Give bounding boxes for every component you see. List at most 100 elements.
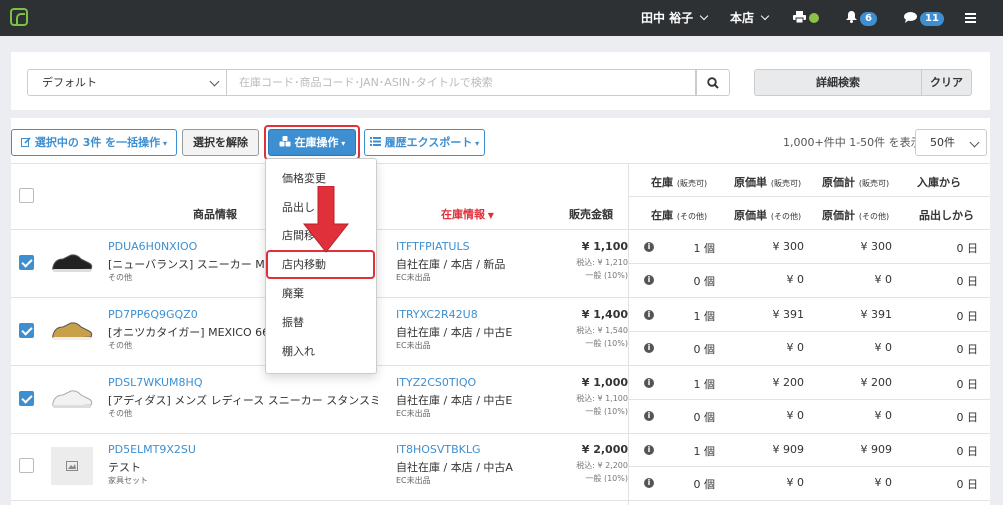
search-icon [707, 77, 719, 89]
product-category: 家具セット [108, 476, 148, 485]
header-total-cost-other: 原価計 (その他) [822, 207, 889, 223]
header-unit-cost-other: 原価単 (その他) [734, 207, 801, 223]
row-checkbox[interactable] [19, 458, 34, 473]
header-days-since-listed: 品出しから [919, 209, 974, 222]
tax-category: 一般 (10%) [585, 407, 628, 416]
notifications-button[interactable]: 6 [846, 0, 877, 36]
message-count-badge: 11 [920, 12, 944, 26]
row-checkbox[interactable] [19, 255, 34, 270]
advanced-search-button[interactable]: 詳細検索 [754, 69, 922, 96]
header-note: (販売可) [676, 179, 708, 188]
clear-button[interactable]: クリア [921, 69, 972, 96]
filter-preset-select[interactable]: デフォルト [27, 69, 227, 96]
header-stock-other: 在庫 (その他) [651, 207, 707, 223]
total-cost-other: ¥ 0 [874, 476, 893, 489]
unit-cost-sellable: ¥ 391 [772, 308, 805, 321]
header-product-info: 商品情報 [193, 208, 237, 221]
stock-operations-highlight [264, 125, 360, 160]
chevron-down-icon [969, 137, 980, 148]
bell-icon [846, 11, 857, 23]
row-split-line [628, 263, 990, 264]
header-stock-sellable: 在庫 (販売可) [651, 174, 707, 190]
main-menu-button[interactable] [965, 0, 976, 36]
days-since-received: 0 日 [956, 445, 979, 458]
product-code-link[interactable]: PD7PP6Q9GQZ0 [108, 308, 258, 321]
header-stock-info-sort[interactable]: 在庫情報 ▼ [441, 206, 494, 222]
bulk-action-button[interactable]: 選択中の 3件 を一括操作 ▾ [11, 129, 177, 156]
menu-item-price-change[interactable]: 価格変更 [282, 170, 326, 186]
unit-cost-other: ¥ 0 [786, 409, 805, 422]
days-since-listed: 0 日 [956, 275, 979, 288]
select-all-checkbox[interactable] [19, 188, 34, 203]
total-cost-other: ¥ 0 [874, 273, 893, 286]
product-code-link[interactable]: PD5ELMT9X2SU [108, 443, 258, 456]
row-checkbox[interactable] [19, 391, 34, 406]
search-input[interactable]: 在庫コード･商品コード･JAN･ASIN･タイトルで検索 [226, 69, 696, 96]
export-history-button[interactable]: 履歴エクスポート ▾ [364, 129, 485, 156]
user-menu[interactable]: 田中 裕子 [641, 0, 709, 36]
chat-icon [904, 12, 917, 23]
store-menu[interactable]: 本店 [730, 0, 770, 36]
list-icon [369, 137, 381, 146]
qty-sellable: 1 個 [693, 378, 716, 391]
qty-other: 0 個 [693, 478, 716, 491]
header-unit-cost-sellable: 原価単 (販売可) [734, 174, 801, 190]
stock-code-link[interactable]: IT8HOSVTBKLG [396, 443, 546, 456]
stock-code-link[interactable]: ITFTFPIATULS [396, 240, 546, 253]
search-button[interactable] [696, 69, 730, 96]
printer-status[interactable] [793, 0, 819, 36]
product-thumbnail [51, 380, 93, 418]
info-icon[interactable]: i [644, 445, 654, 455]
row-separator [11, 433, 990, 434]
row-separator [11, 365, 990, 366]
product-code-link[interactable]: PDUA6H0NXIOO [108, 240, 258, 253]
header-stock-info-label: 在庫情報 [441, 208, 485, 221]
deselect-button[interactable]: 選択を解除 [182, 129, 259, 156]
info-icon[interactable]: i [644, 242, 654, 252]
days-since-listed: 0 日 [956, 478, 979, 491]
page-size-value: 50件 [930, 136, 955, 149]
days-since-received: 0 日 [956, 242, 979, 255]
info-icon[interactable]: i [644, 378, 654, 388]
filter-preset-value: デフォルト [42, 76, 97, 89]
sale-price: ¥ 2,000 [581, 443, 628, 456]
notification-count-badge: 6 [860, 12, 877, 26]
tax-included-price: 税込: ¥ 1,210 [576, 258, 628, 267]
total-cost-other: ¥ 0 [874, 409, 893, 422]
header-days-since-received: 入庫から [917, 176, 961, 189]
header-total-cost-other-label: 原価計 [822, 209, 855, 222]
info-icon[interactable]: i [644, 310, 654, 320]
header-unit-cost-sellable-label: 原価単 [734, 176, 767, 189]
menu-item-dispose[interactable]: 廃棄 [282, 285, 304, 301]
days-since-received: 0 日 [956, 378, 979, 391]
menu-item-reassign[interactable]: 振替 [282, 314, 304, 330]
messages-button[interactable]: 11 [904, 0, 944, 36]
stock-code-link[interactable]: ITYZ2CS0TIQO [396, 376, 546, 389]
user-name: 田中 裕子 [641, 11, 694, 25]
qty-sellable: 1 個 [693, 242, 716, 255]
tax-category: 一般 (10%) [585, 339, 628, 348]
info-icon[interactable]: i [644, 411, 654, 421]
product-thumbnail [51, 447, 93, 485]
shoe-icon [52, 390, 93, 408]
tax-included-price: 税込: ¥ 1,540 [576, 326, 628, 335]
info-icon[interactable]: i [644, 478, 654, 488]
header-note: (その他) [770, 212, 802, 221]
top-navigation-bar: 田中 裕子 本店 6 11 [0, 0, 1003, 36]
page-size-select[interactable]: 50件 [915, 129, 987, 156]
row-split-line [628, 331, 990, 332]
info-icon[interactable]: i [644, 343, 654, 353]
stock-location: 自社在庫 / 本店 / 新品 [396, 258, 506, 271]
row-checkbox[interactable] [19, 323, 34, 338]
menu-item-shelve[interactable]: 棚入れ [282, 343, 315, 359]
header-note: (販売可) [858, 179, 890, 188]
stock-code-link[interactable]: ITRYXC2R42U8 [396, 308, 546, 321]
app-logo-icon[interactable] [10, 8, 28, 26]
header-stock-other-label: 在庫 [651, 209, 673, 222]
sale-price: ¥ 1,100 [581, 240, 628, 253]
info-icon[interactable]: i [644, 275, 654, 285]
header-total-cost-sellable: 原価計 (販売可) [822, 174, 889, 190]
product-code-link[interactable]: PDSL7WKUM8HQ [108, 376, 258, 389]
sales-channel-status: EC未出品 [396, 409, 431, 418]
qty-other: 0 個 [693, 411, 716, 424]
